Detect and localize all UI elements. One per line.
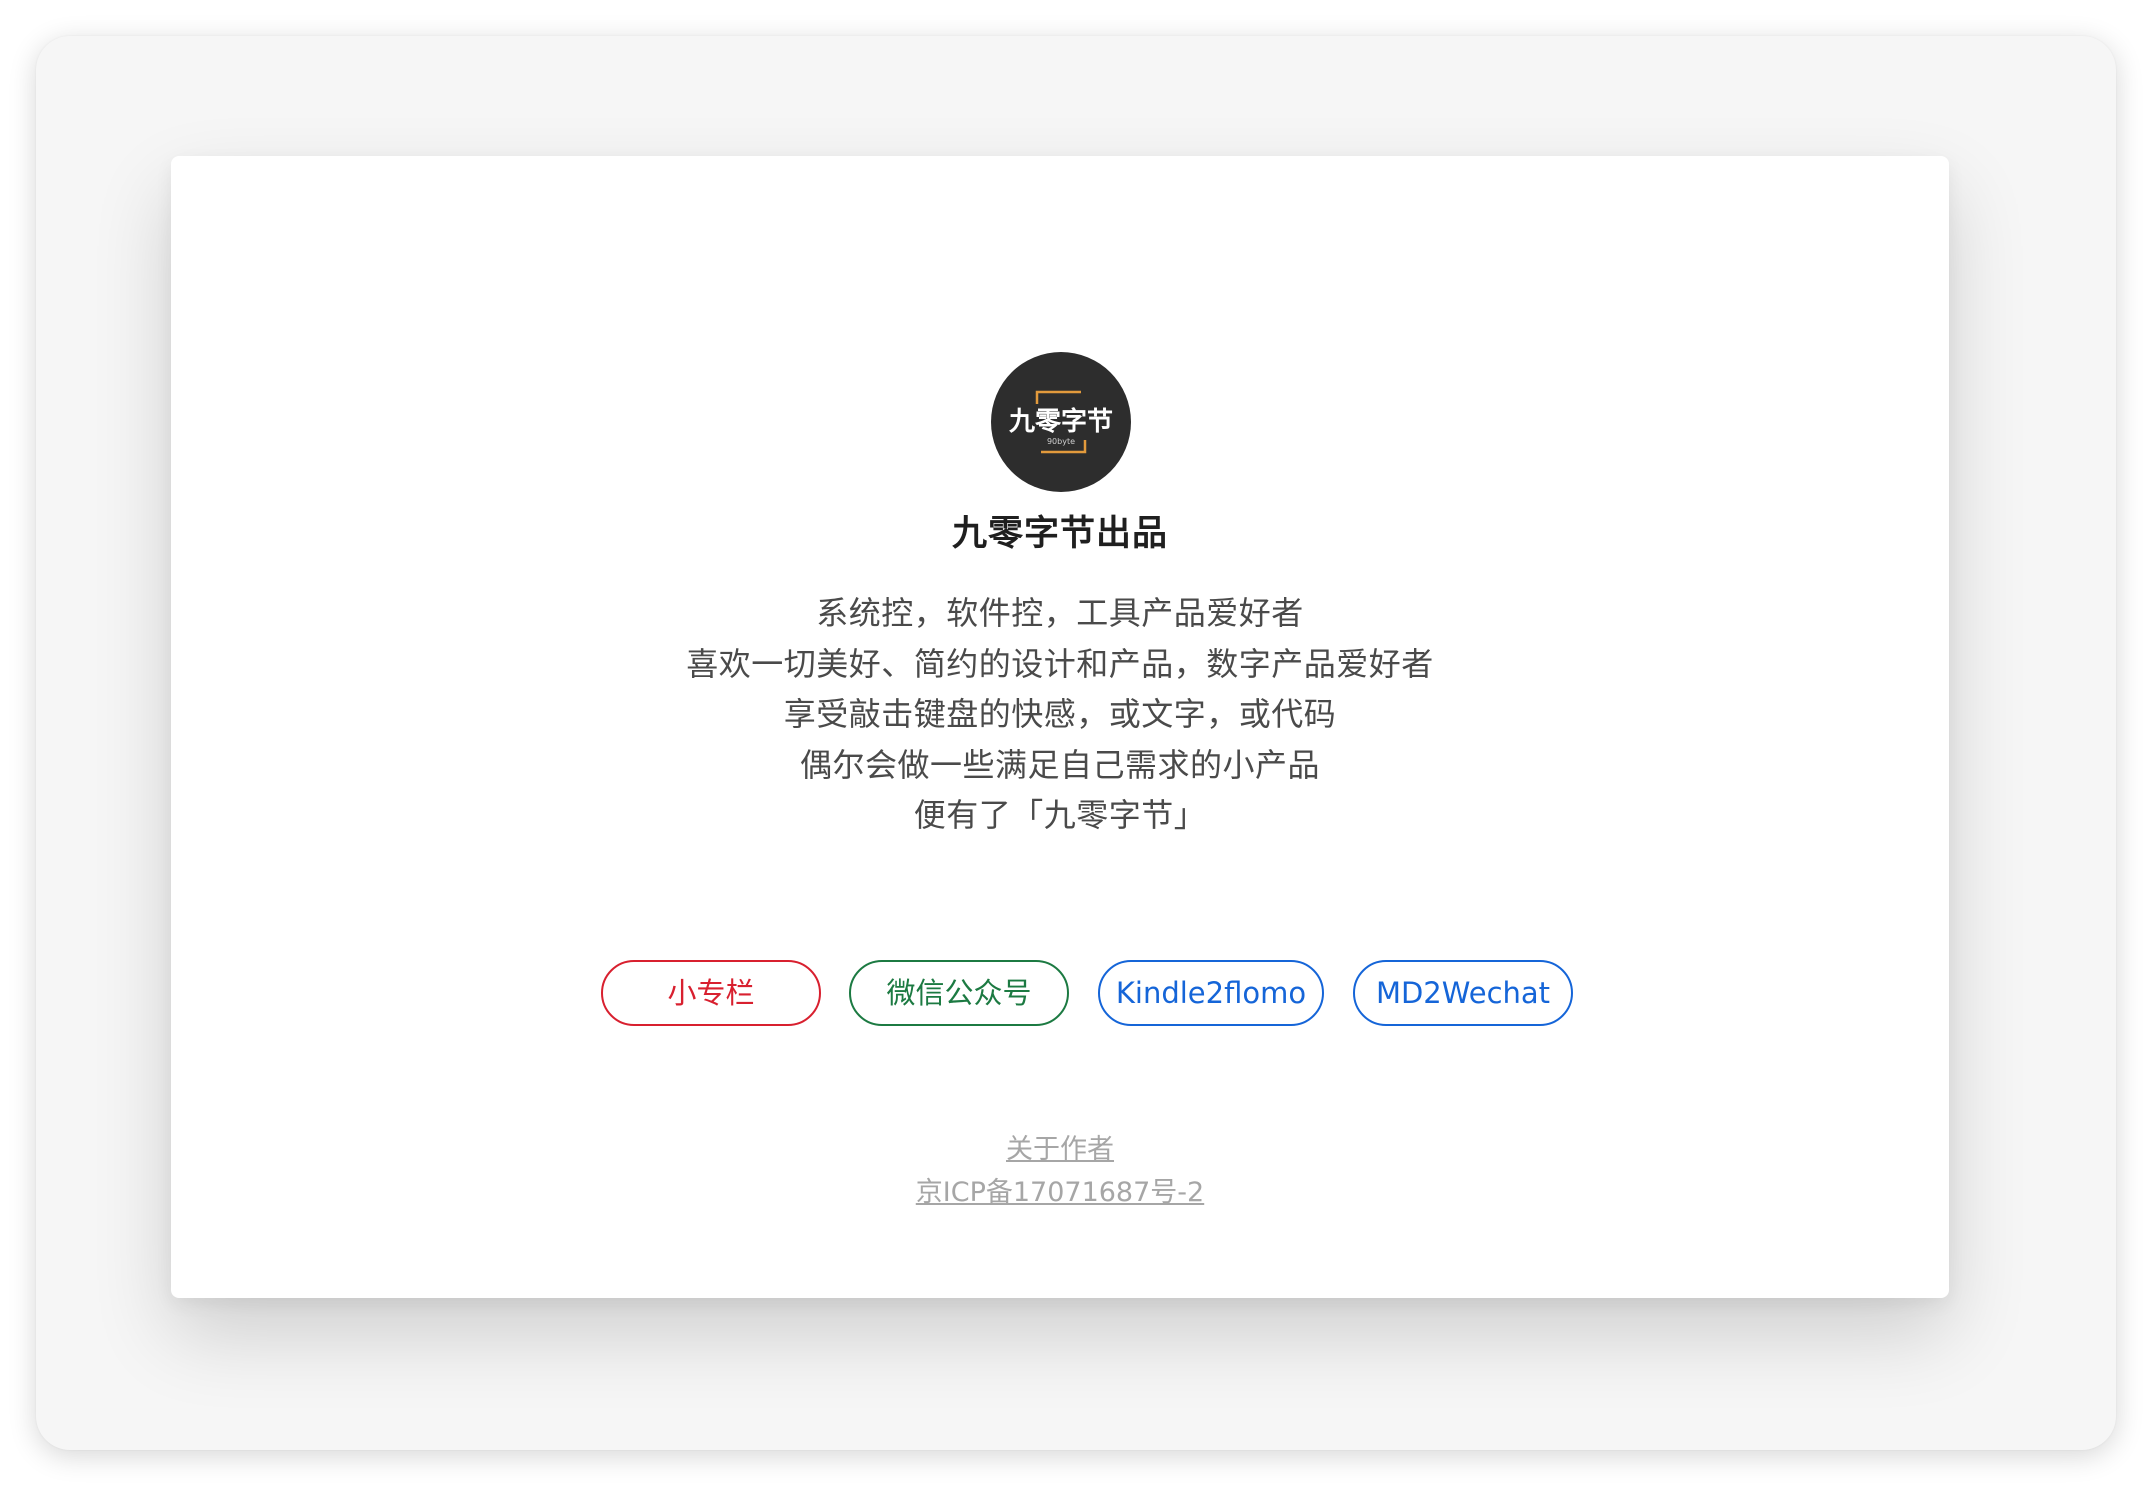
md2wechat-link-button[interactable]: MD2Wechat (1353, 960, 1573, 1026)
bio-line: 喜欢一切美好、简约的设计和产品，数字产品爱好者 (686, 644, 1434, 683)
bio-line: 享受敲击键盘的快感，或文字，或代码 (783, 695, 1337, 733)
about-author-link[interactable]: 关于作者 (171, 1128, 1949, 1171)
bio-line: 偶尔会做一些满足自己需求的小产品 (799, 745, 1320, 784)
wechat-official-account-link-button[interactable]: 微信公众号 (849, 960, 1069, 1026)
avatar: 九零字节 90byte (991, 352, 1131, 492)
icp-license-link[interactable]: 京ICP备17071687号-2 (171, 1171, 1949, 1214)
avatar-logo-subtext: 90byte (1047, 437, 1075, 446)
bio-line: 系统控，软件控，工具产品爱好者 (816, 594, 1304, 632)
app-window: 九零字节 90byte 九零字节出品 系统控，软件控，工具产品爱好者 喜欢一切美… (36, 36, 2116, 1450)
profile-card: 九零字节 90byte 九零字节出品 系统控，软件控，工具产品爱好者 喜欢一切美… (171, 156, 1949, 1298)
product-links: 小专栏 微信公众号 Kindle2flomo MD2Wechat (171, 960, 1949, 1030)
bio: 系统控，软件控，工具产品爱好者 喜欢一切美好、简约的设计和产品，数字产品爱好者 … (171, 588, 1949, 841)
site-title: 九零字节出品 (951, 514, 1168, 554)
xiaozhuanlan-link-button[interactable]: 小专栏 (601, 960, 821, 1026)
avatar-logo-text: 九零字节 (1008, 406, 1113, 437)
brand-logo-icon: 九零字节 90byte (1008, 390, 1113, 454)
bio-line: 便有了「九零字节」 (913, 796, 1207, 834)
footer: 关于作者 京ICP备17071687号-2 (171, 1128, 1949, 1214)
kindle2flomo-link-button[interactable]: Kindle2flomo (1098, 960, 1324, 1026)
